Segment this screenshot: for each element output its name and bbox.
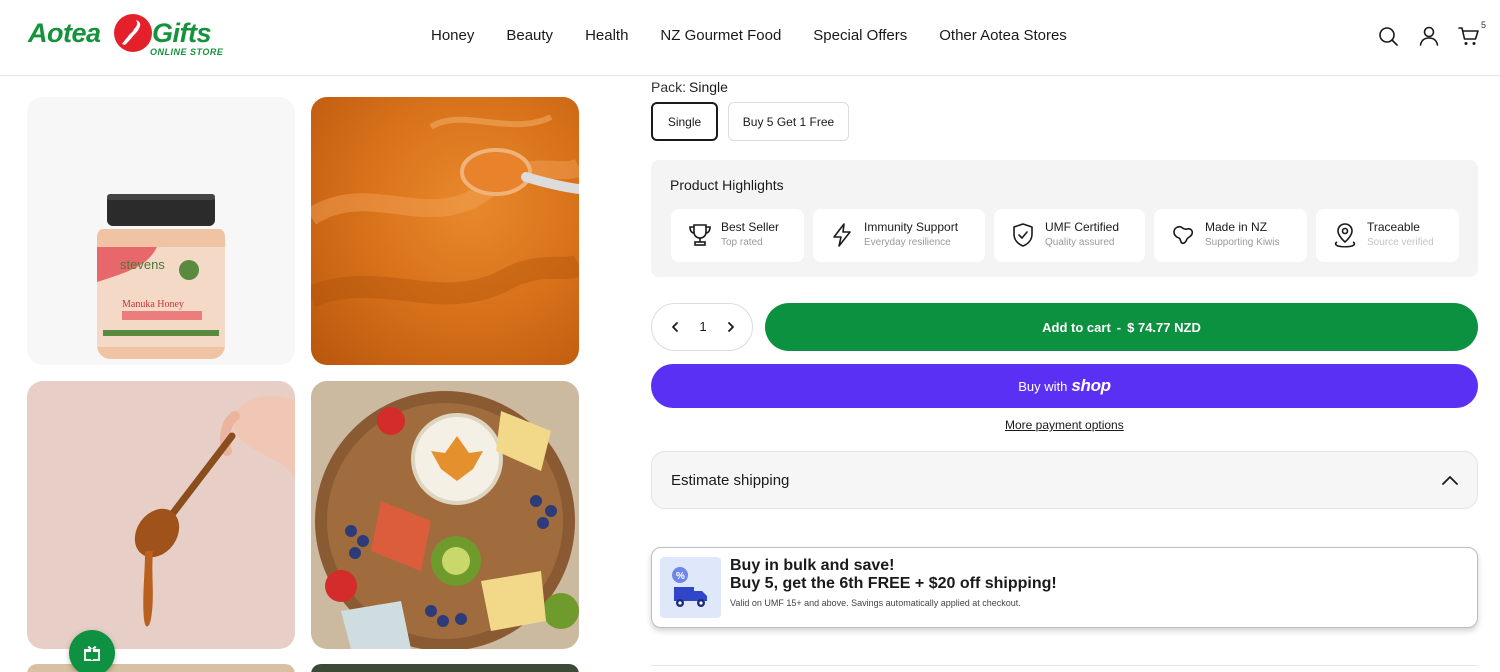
pack-label-text: Pack: <box>651 79 687 95</box>
estimate-shipping-label: Estimate shipping <box>671 472 790 489</box>
nav-item-gourmet-food[interactable]: NZ Gourmet Food <box>660 27 781 44</box>
nav-item-other-stores[interactable]: Other Aotea Stores <box>939 27 1067 44</box>
highlight-sub: Source verified <box>1367 237 1434 248</box>
bulk-promo-banner: % Buy in bulk and save! Buy 5, get the 6… <box>651 547 1478 628</box>
highlight-sub: Everyday resilience <box>864 237 951 248</box>
product-image-cheese-board[interactable] <box>311 381 579 649</box>
add-to-cart-price: $ 74.77 NZD <box>1127 319 1201 335</box>
add-to-cart-button[interactable]: Add to cart - $ 74.77 NZD <box>765 303 1478 351</box>
site-header: Aotea Gifts ONLINE STORE Honey Beauty He… <box>0 0 1500 76</box>
highlight-umf: UMF Certified Quality assured <box>994 209 1145 262</box>
highlight-best-seller: Best Seller Top rated <box>671 209 804 262</box>
logo-text-left: Aotea <box>28 18 101 48</box>
nav-item-special-offers[interactable]: Special Offers <box>813 27 907 44</box>
search-icon[interactable] <box>1376 24 1400 48</box>
product-image-partial-1[interactable] <box>27 664 295 672</box>
cart-icon[interactable] <box>1457 24 1481 48</box>
nav-item-beauty[interactable]: Beauty <box>506 27 553 44</box>
gift-icon[interactable] <box>69 630 115 672</box>
nav-item-health[interactable]: Health <box>585 27 628 44</box>
shop-pay-logo: shop <box>1071 376 1111 395</box>
highlight-sub: Top rated <box>721 237 763 248</box>
highlight-immunity: Immunity Support Everyday resilience <box>813 209 985 262</box>
quantity-value[interactable]: 1 <box>696 319 710 334</box>
highlight-name: UMF Certified <box>1045 220 1120 234</box>
pack-option-single[interactable]: Single <box>651 102 718 141</box>
product-image-partial-2[interactable] <box>311 664 579 672</box>
user-icon[interactable] <box>1417 24 1441 48</box>
svg-text:%: % <box>676 571 685 582</box>
highlight-name: Immunity Support <box>864 220 959 234</box>
site-logo[interactable]: Aotea Gifts ONLINE STORE <box>28 14 228 58</box>
nav-item-honey[interactable]: Honey <box>431 27 474 44</box>
logo-text-right: Gifts <box>152 18 212 48</box>
pack-selected-value: Single <box>689 79 728 95</box>
pack-label: Pack: Single <box>651 79 728 95</box>
promo-headline: Buy in bulk and save! <box>730 557 895 574</box>
highlight-sub: Supporting Kiwis <box>1205 237 1280 248</box>
svg-text:stevens: stevens <box>120 257 165 272</box>
highlight-name: Made in NZ <box>1205 220 1268 234</box>
product-image-jar[interactable]: stevens Manuka Honey <box>27 97 295 365</box>
more-payment-options-link[interactable]: More payment options <box>1005 418 1124 432</box>
highlight-name: Traceable <box>1367 220 1420 234</box>
buy-with-shop-button[interactable]: Buy with shop <box>651 364 1478 408</box>
add-to-cart-label: Add to cart <box>1042 319 1111 335</box>
add-to-cart-separator: - <box>1116 319 1122 335</box>
highlight-made-in-nz: Made in NZ Supporting Kiwis <box>1154 209 1307 262</box>
cart-count-badge: 5 <box>1481 20 1487 30</box>
quantity-stepper: 1 <box>651 303 753 351</box>
divider <box>651 665 1478 666</box>
highlight-sub: Quality assured <box>1045 237 1115 248</box>
estimate-shipping-accordion[interactable]: Estimate shipping <box>651 451 1478 509</box>
delivery-truck-discount-icon: % <box>660 557 721 618</box>
nz-map-logo-icon <box>114 14 152 52</box>
product-image-honey-spoon[interactable] <box>27 381 295 649</box>
chevron-left-icon[interactable] <box>668 320 682 334</box>
logo-subtitle: ONLINE STORE <box>150 47 224 57</box>
pack-option-bundle[interactable]: Buy 5 Get 1 Free <box>728 102 849 141</box>
promo-offer: Buy 5, get the 6th FREE + $20 off shippi… <box>730 575 1057 592</box>
highlight-traceable: Traceable Source verified <box>1316 209 1459 262</box>
svg-text:Manuka Honey: Manuka Honey <box>122 299 184 310</box>
product-highlights: Product Highlights Best Seller Top rated… <box>651 160 1478 277</box>
buy-with-label: Buy with <box>1018 378 1068 394</box>
product-image-honey-texture[interactable] <box>311 97 579 365</box>
highlight-name: Best Seller <box>721 220 780 234</box>
highlights-title: Product Highlights <box>670 177 784 193</box>
main-nav: Honey Beauty Health NZ Gourmet Food Spec… <box>431 27 1067 44</box>
chevron-up-icon[interactable] <box>1441 472 1459 490</box>
chevron-right-icon[interactable] <box>724 320 738 334</box>
promo-terms: Valid on UMF 15+ and above. Savings auto… <box>730 598 1021 608</box>
